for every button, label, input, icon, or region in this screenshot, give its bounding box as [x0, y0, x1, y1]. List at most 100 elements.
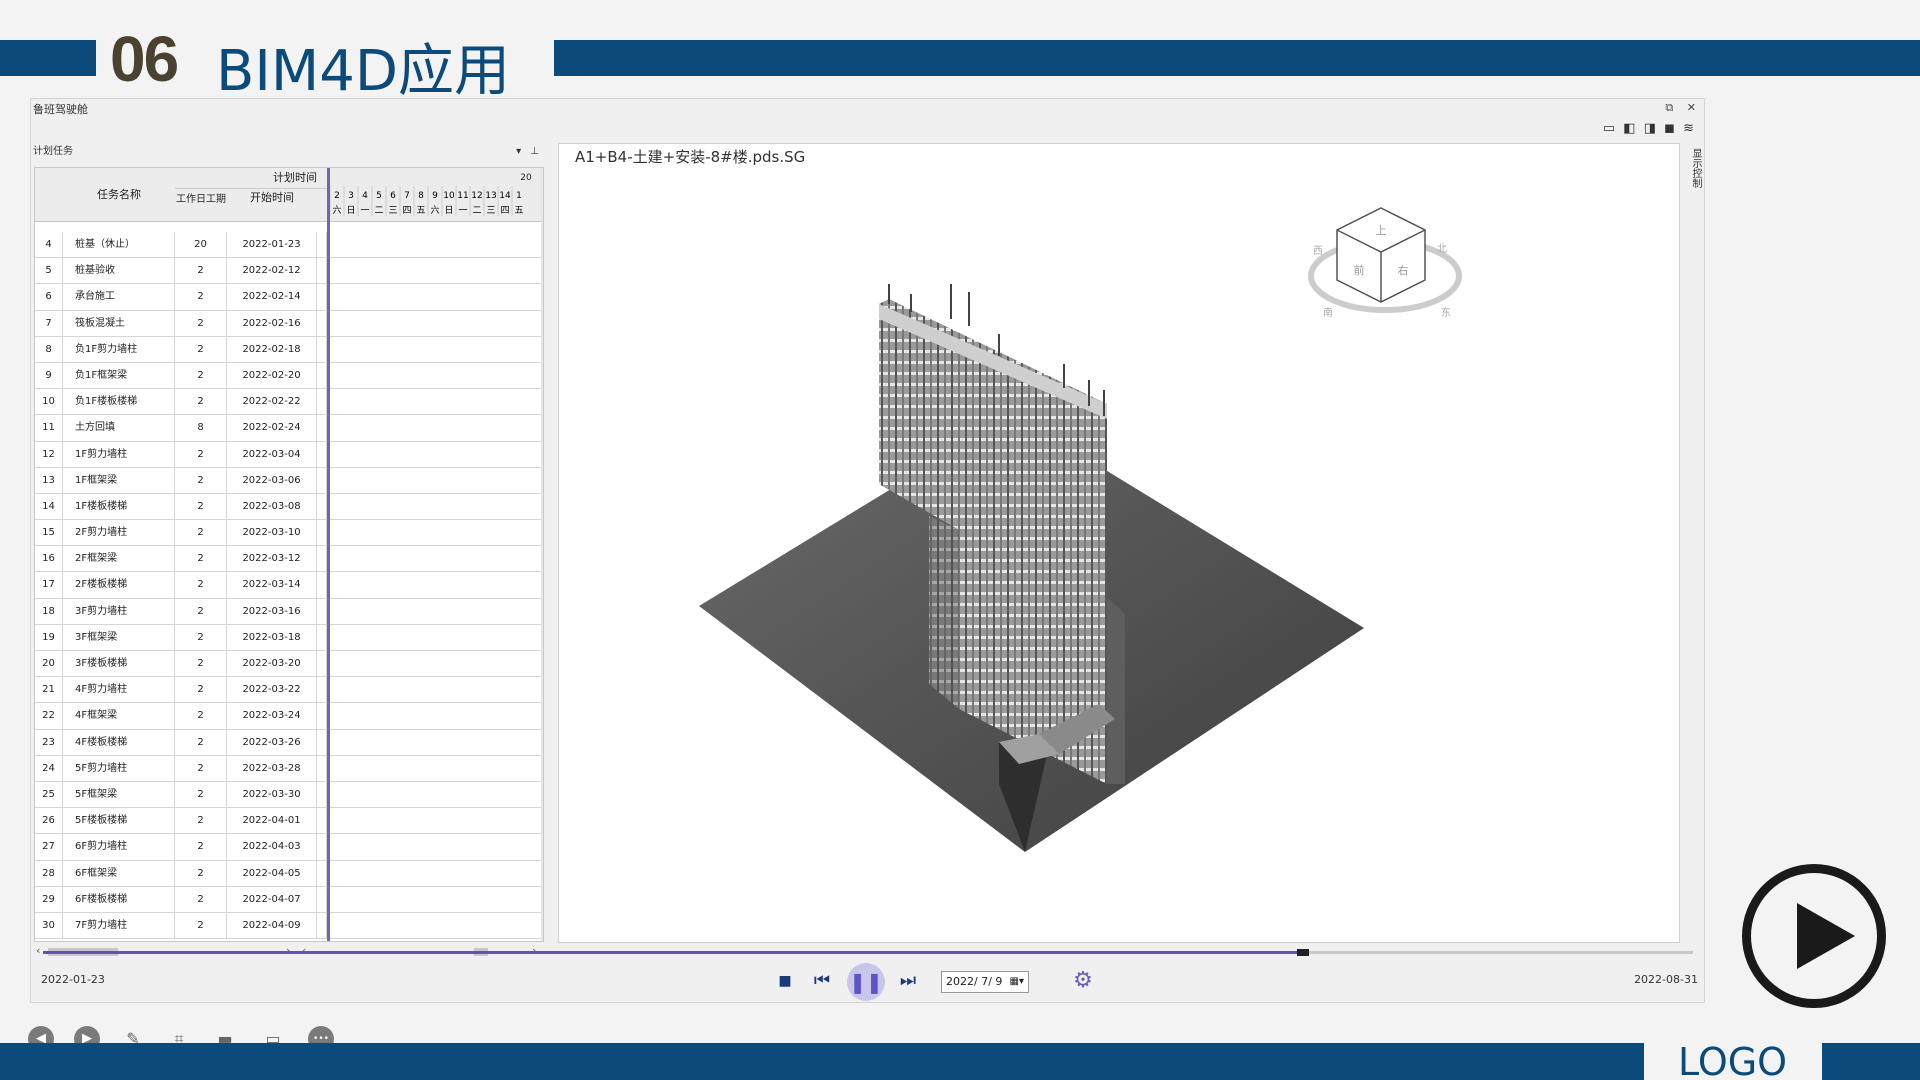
layers-icon[interactable]: ≋	[1683, 121, 1694, 136]
table-row[interactable]: 20 3F楼板楼梯 2 2022-03-20	[35, 651, 543, 678]
play-icon[interactable]	[1742, 864, 1886, 1008]
row-start-time: 2022-03-26	[227, 729, 317, 756]
table-row[interactable]: 23 4F楼板楼梯 2 2022-03-26	[35, 729, 543, 756]
view-toolbar: ▭ ◧ ◨ ◼ ≋	[1599, 121, 1694, 136]
timeline-slider[interactable]	[43, 949, 1693, 956]
table-header: 计划时间 任务名称 工作日工期 开始时间 20 2六3日4一5二6三7四8五9六…	[35, 168, 543, 222]
table-row[interactable]: 16 2F框架梁 2 2022-03-12	[35, 546, 543, 573]
viewcube[interactable]: 上 前 右 北 南 东 西	[1305, 204, 1465, 324]
current-date-input[interactable]: 2022/ 7/ 9 ▦▾	[941, 971, 1029, 993]
row-id: 18	[35, 598, 63, 625]
table-row[interactable]: 21 4F剪力墙柱 2 2022-03-22	[35, 677, 543, 704]
gantt-day: 14	[499, 191, 511, 201]
view-single-icon[interactable]: ▭	[1603, 121, 1615, 136]
display-control-tab[interactable]: 显示控制	[1683, 143, 1703, 193]
header-start-time[interactable]: 开始时间	[227, 188, 317, 208]
table-row[interactable]: 11 土方回填 8 2022-02-24	[35, 415, 543, 442]
gantt-weekday: 三	[486, 206, 495, 216]
building-model[interactable]	[559, 144, 1680, 943]
view-double-icon[interactable]: ◨	[1644, 121, 1656, 136]
calendar-icon[interactable]: ▦▾	[1010, 972, 1024, 992]
gantt-day: 5	[376, 191, 382, 201]
row-spacer	[317, 546, 327, 573]
gantt-weekday: 五	[416, 206, 425, 216]
table-row[interactable]: 6 承台施工 2 2022-02-14	[35, 284, 543, 311]
table-row[interactable]: 15 2F剪力墙柱 2 2022-03-10	[35, 520, 543, 547]
table-row[interactable]: 9 负1F框架梁 2 2022-02-20	[35, 362, 543, 390]
gantt-weekday: 六	[430, 204, 439, 216]
table-row[interactable]: 19 3F框架梁 2 2022-03-18	[35, 624, 543, 651]
3d-viewport[interactable]: A1+B4-土建+安装-8#楼.pds.SG 上 前 右 北 南 东 西	[558, 143, 1680, 943]
row-spacer	[317, 310, 327, 337]
timeline-handle[interactable]	[1297, 949, 1309, 956]
row-spacer	[317, 258, 327, 285]
row-duration: 2	[175, 336, 227, 363]
compass-east[interactable]: 东	[1441, 306, 1451, 319]
settings-gear-icon[interactable]: ⚙	[1069, 967, 1097, 995]
compass-south[interactable]: 南	[1323, 306, 1333, 319]
close-icon[interactable]: ✕	[1687, 101, 1696, 114]
table-row[interactable]: 17 2F楼板楼梯 2 2022-03-14	[35, 572, 543, 599]
viewcube-front[interactable]: 前	[1354, 263, 1365, 277]
bim-window: 鲁班驾驶舱 ⧉ ✕ ▭ ◧ ◨ ◼ ≋ 计划任务 ▾ ⊥ 计划时间 任务名称 工…	[30, 98, 1705, 1003]
table-row[interactable]: 28 6F框架梁 2 2022-04-05	[35, 860, 543, 887]
row-id: 23	[35, 729, 63, 756]
table-row[interactable]: 18 3F剪力墙柱 2 2022-03-16	[35, 598, 543, 625]
table-row[interactable]: 14 1F楼板楼梯 2 2022-03-08	[35, 493, 543, 521]
row-id: 8	[35, 336, 63, 363]
table-row[interactable]: 5 桩基验收 2 2022-02-12	[35, 258, 543, 285]
task-panel-title: 计划任务	[33, 146, 73, 157]
gantt-weekday: 二	[374, 206, 383, 216]
pin-icon[interactable]: ⊥	[530, 146, 539, 157]
table-row[interactable]: 7 筏板混凝土 2 2022-02-16	[35, 310, 543, 337]
row-spacer	[317, 362, 327, 389]
row-start-time: 2022-03-30	[227, 781, 317, 808]
row-duration: 2	[175, 389, 227, 416]
row-spacer	[317, 467, 327, 494]
row-start-time: 2022-04-01	[227, 808, 317, 835]
header-duration[interactable]: 工作日工期	[175, 190, 227, 210]
scroll-left-icon[interactable]: ‹	[36, 944, 40, 957]
pause-button[interactable]: ❚❚	[847, 963, 885, 1001]
view-quad-icon[interactable]: ◼	[1664, 121, 1675, 136]
viewcube-top[interactable]: 上	[1376, 224, 1387, 237]
viewcube-right[interactable]: 右	[1398, 263, 1409, 277]
row-task-name: 桩基（休止）	[63, 232, 175, 258]
row-id: 19	[35, 624, 63, 651]
table-row[interactable]: 8 负1F剪力墙柱 2 2022-02-18	[35, 336, 543, 363]
table-row[interactable]: 4 桩基（休止） 20 2022-01-23	[35, 232, 543, 259]
table-row[interactable]: 22 4F框架梁 2 2022-03-24	[35, 703, 543, 730]
table-row[interactable]: 13 1F框架梁 2 2022-03-06	[35, 467, 543, 494]
table-row[interactable]: 24 5F剪力墙柱 2 2022-03-28	[35, 755, 543, 782]
row-spacer	[317, 284, 327, 311]
gantt-vertical-scrollbar[interactable]	[541, 168, 543, 941]
row-start-time: 2022-03-28	[227, 755, 317, 782]
row-start-time: 2022-02-16	[227, 310, 317, 337]
table-row[interactable]: 29 6F楼板楼梯 2 2022-04-07	[35, 886, 543, 913]
table-row[interactable]: 10 负1F楼板楼梯 2 2022-02-22	[35, 389, 543, 416]
table-gantt-splitter[interactable]	[327, 168, 330, 941]
stop-button[interactable]: ■	[773, 967, 797, 995]
table-row[interactable]: 27 6F剪力墙柱 2 2022-04-03	[35, 834, 543, 861]
next-button[interactable]: ⏭	[893, 967, 923, 995]
row-duration: 2	[175, 493, 227, 520]
header-task-name[interactable]: 任务名称	[63, 178, 175, 212]
table-row[interactable]: 30 7F剪力墙柱 2 2022-04-09	[35, 912, 543, 940]
table-row[interactable]: 26 5F楼板楼梯 2 2022-04-01	[35, 808, 543, 835]
compass-north[interactable]: 北	[1437, 243, 1447, 255]
view-split-icon[interactable]: ◧	[1623, 121, 1635, 136]
chevron-down-icon[interactable]: ▾	[516, 146, 521, 157]
compass-west[interactable]: 西	[1313, 246, 1323, 257]
header-bar-left	[0, 40, 96, 76]
row-spacer	[317, 493, 327, 520]
restore-icon[interactable]: ⧉	[1665, 101, 1673, 114]
row-task-name: 5F剪力墙柱	[63, 755, 175, 782]
row-task-name: 6F剪力墙柱	[63, 834, 175, 861]
prev-button[interactable]: ⏮	[807, 967, 837, 995]
table-row[interactable]: 12 1F剪力墙柱 2 2022-03-04	[35, 441, 543, 468]
table-row[interactable]: 25 5F框架梁 2 2022-03-30	[35, 781, 543, 809]
row-duration: 2	[175, 729, 227, 756]
gantt-weekday: 五	[514, 206, 523, 216]
footer-bar-left	[0, 1043, 1644, 1080]
row-spacer	[317, 651, 327, 677]
